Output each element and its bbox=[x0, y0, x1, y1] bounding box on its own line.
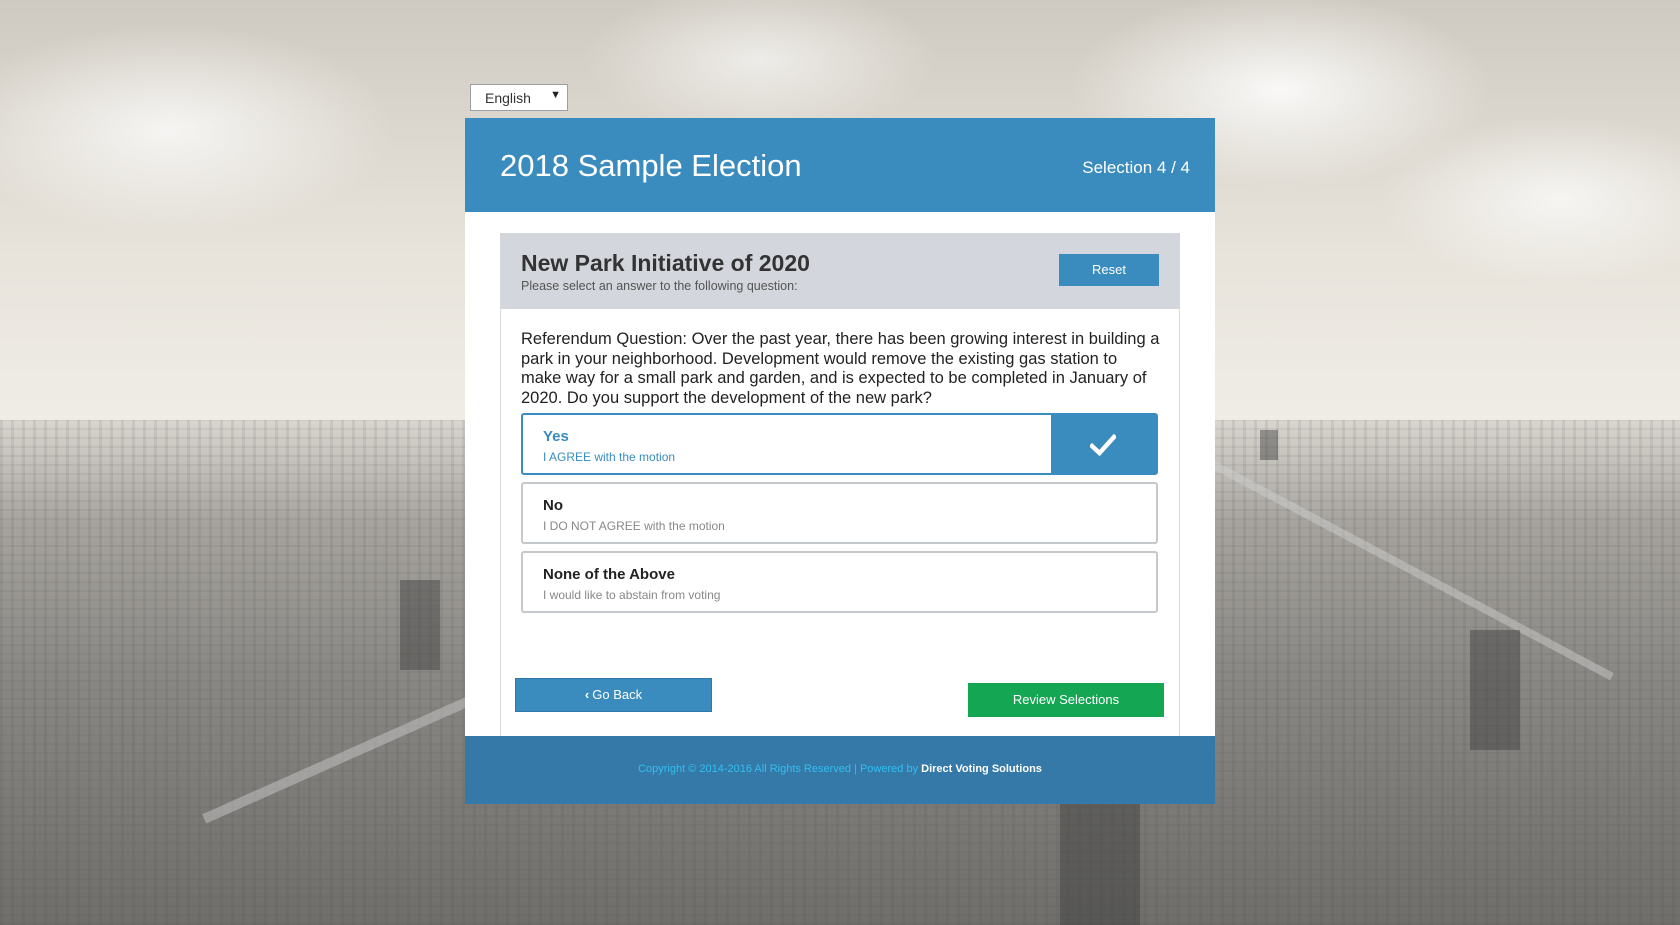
background-building bbox=[1260, 430, 1278, 460]
go-back-label: Go Back bbox=[592, 687, 643, 702]
footer-brand-link[interactable]: Direct Voting Solutions bbox=[921, 763, 1042, 775]
go-back-button[interactable]: ‹ Go Back bbox=[515, 678, 712, 712]
option-label: No bbox=[543, 497, 563, 514]
footer-copyright: Copyright © 2014-2016 All Rights Reserve… bbox=[638, 763, 922, 775]
option-label: None of the Above bbox=[543, 566, 675, 583]
question-header: New Park Initiative of 2020 Please selec… bbox=[501, 234, 1179, 309]
question-subtitle: Please select an answer to the following… bbox=[521, 279, 798, 293]
reset-button[interactable]: Reset bbox=[1059, 254, 1159, 286]
option-none-of-the-above[interactable]: None of the Above I would like to abstai… bbox=[521, 551, 1158, 613]
review-selections-button[interactable]: Review Selections bbox=[968, 683, 1164, 717]
language-select[interactable]: English ▼ bbox=[470, 84, 568, 111]
option-label: Yes bbox=[543, 428, 569, 445]
ballot-card: 2018 Sample Election Selection 4 / 4 New… bbox=[465, 118, 1215, 804]
option-no[interactable]: No I DO NOT AGREE with the motion bbox=[521, 482, 1158, 544]
question-title: New Park Initiative of 2020 bbox=[521, 250, 810, 276]
question-text: Referendum Question: Over the past year,… bbox=[521, 330, 1160, 407]
caret-down-icon: ▼ bbox=[550, 89, 561, 101]
option-description: I would like to abstain from voting bbox=[543, 588, 721, 602]
option-description: I AGREE with the motion bbox=[543, 450, 676, 464]
footer-text: Copyright © 2014-2016 All Rights Reserve… bbox=[465, 763, 1215, 775]
option-yes[interactable]: Yes I AGREE with the motion bbox=[521, 413, 1158, 475]
language-select-value: English bbox=[485, 90, 531, 106]
selected-indicator bbox=[1051, 415, 1156, 473]
footer: Copyright © 2014-2016 All Rights Reserve… bbox=[465, 736, 1215, 804]
selection-progress: Selection 4 / 4 bbox=[1082, 158, 1190, 177]
election-title: 2018 Sample Election bbox=[500, 148, 802, 183]
checkmark-icon bbox=[1090, 434, 1116, 456]
chevron-left-icon: ‹ bbox=[584, 687, 590, 702]
background-building bbox=[1470, 630, 1520, 750]
background-building bbox=[1060, 800, 1140, 925]
background-building bbox=[400, 580, 440, 670]
ballot-header: 2018 Sample Election Selection 4 / 4 bbox=[465, 118, 1215, 212]
option-description: I DO NOT AGREE with the motion bbox=[543, 519, 725, 533]
